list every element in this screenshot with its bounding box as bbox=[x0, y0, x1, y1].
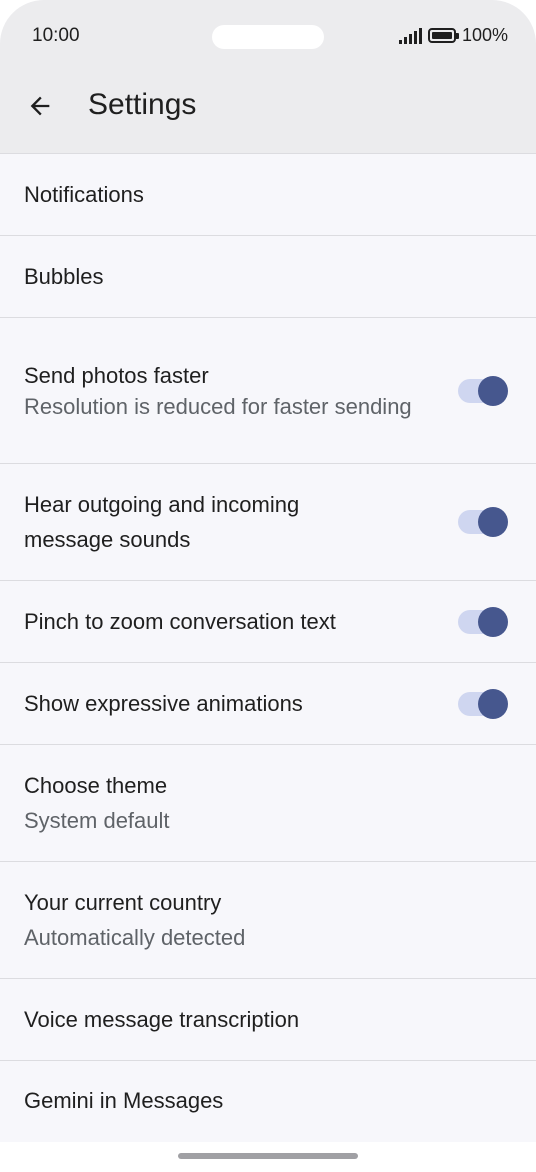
setting-title: Hear outgoing and incoming message sound… bbox=[24, 492, 300, 552]
setting-notifications[interactable]: Notifications bbox=[0, 154, 536, 236]
phone-screen: 10:00 100% Settings Notifications Bubble… bbox=[0, 0, 536, 1172]
setting-title: Pinch to zoom conversation text bbox=[24, 608, 336, 634]
battery-icon bbox=[427, 28, 459, 43]
setting-pinch-to-zoom[interactable]: Pinch to zoom conversation text bbox=[0, 581, 536, 663]
status-time: 10:00 bbox=[32, 25, 80, 46]
toggle-thumb bbox=[478, 375, 508, 406]
status-icons: 100% bbox=[398, 25, 508, 46]
setting-summary: System default bbox=[24, 808, 170, 833]
setting-title: Bubbles bbox=[24, 263, 104, 289]
app-bar: Settings bbox=[0, 72, 536, 154]
setting-expressive-animations[interactable]: Show expressive animations bbox=[0, 663, 536, 745]
setting-message-sounds[interactable]: Hear outgoing and incoming message sound… bbox=[0, 464, 536, 581]
message-sounds-toggle[interactable] bbox=[458, 507, 508, 537]
setting-send-photos-faster[interactable]: Send photos faster Resolution is reduced… bbox=[0, 318, 536, 464]
setting-gemini[interactable]: Gemini in Messages bbox=[0, 1061, 536, 1141]
setting-bubbles[interactable]: Bubbles bbox=[0, 236, 536, 318]
pinch-to-zoom-toggle[interactable] bbox=[458, 606, 508, 637]
setting-summary: Automatically detected bbox=[24, 925, 246, 950]
camera-cutout bbox=[212, 25, 324, 49]
expressive-animations-toggle[interactable] bbox=[458, 688, 508, 719]
settings-list: Notifications Bubbles Send photos faster… bbox=[0, 154, 536, 1141]
back-button[interactable] bbox=[22, 88, 58, 124]
arrow-back-icon bbox=[30, 96, 50, 116]
setting-title: Notifications bbox=[24, 181, 144, 207]
setting-title: Gemini in Messages bbox=[24, 1088, 224, 1113]
setting-title: Send photos faster bbox=[24, 362, 209, 388]
setting-title: Your current country bbox=[24, 890, 222, 915]
setting-summary: Resolution is reduced for faster sending bbox=[24, 393, 412, 419]
home-indicator[interactable] bbox=[178, 1153, 358, 1159]
setting-choose-theme[interactable]: Choose theme System default bbox=[0, 745, 536, 862]
toggle-thumb bbox=[478, 606, 508, 637]
status-bar: 10:00 100% bbox=[0, 0, 536, 72]
toggle-thumb bbox=[478, 507, 508, 537]
setting-title: Voice message transcription bbox=[24, 1006, 300, 1032]
toggle-thumb bbox=[478, 688, 508, 719]
battery-percent: 100% bbox=[461, 25, 508, 45]
signal-icon bbox=[398, 27, 422, 44]
page-title: Settings bbox=[88, 88, 197, 121]
setting-current-country[interactable]: Your current country Automatically detec… bbox=[0, 862, 536, 979]
setting-title: Choose theme bbox=[24, 773, 168, 798]
send-photos-faster-toggle[interactable] bbox=[458, 375, 508, 406]
setting-title: Show expressive animations bbox=[24, 690, 303, 716]
setting-voice-transcription[interactable]: Voice message transcription bbox=[0, 979, 536, 1061]
